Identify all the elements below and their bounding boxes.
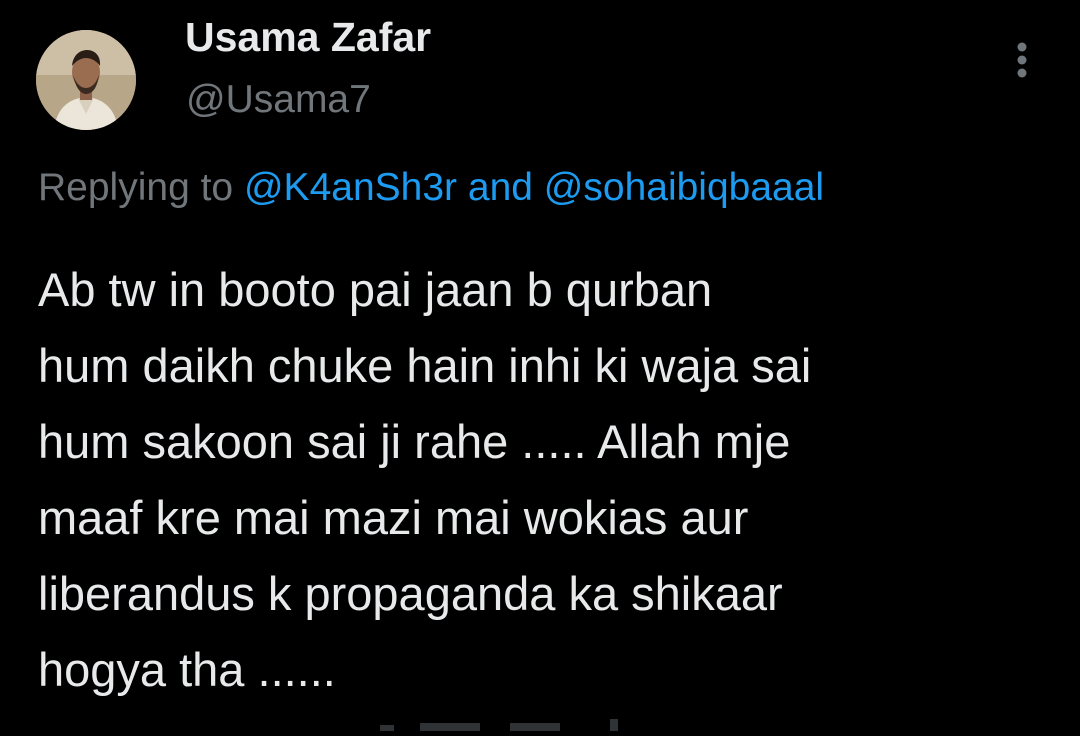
replying-to-label: Replying to	[38, 166, 234, 209]
tweet-text-line: hum sakoon sai ji rahe ..... Allah mje	[38, 415, 791, 468]
tweet-text: Ab tw in booto pai jaan b qurban hum dai…	[38, 252, 1058, 708]
more-vertical-icon	[1017, 42, 1027, 78]
tweet-text-line: liberandus k propaganda ka shikaar	[38, 567, 783, 620]
user-avatar-photo-icon	[36, 30, 136, 130]
avatar[interactable]	[36, 30, 136, 130]
more-options-button[interactable]	[1002, 38, 1042, 84]
author-display-name[interactable]: Usama Zafar	[185, 14, 431, 61]
tweet-text-line: hogya tha ......	[38, 643, 336, 696]
cutoff-content	[380, 715, 700, 731]
author-handle[interactable]: @Usama7	[186, 78, 371, 122]
tweet-text-line: maaf kre mai mazi mai wokias aur	[38, 491, 749, 544]
tweet-text-line: hum daikh chuke hain inhi ki waja sai	[38, 339, 812, 392]
tweet-text-line: Ab tw in booto pai jaan b qurban	[38, 263, 713, 316]
mention-link[interactable]: @K4anSh3r	[244, 166, 457, 209]
mention-link[interactable]: @sohaibiqbaaal	[544, 166, 824, 209]
reply-connector: and	[467, 166, 533, 209]
replying-to-line: Replying to @K4anSh3r and @sohaibiqbaaal	[38, 166, 824, 210]
